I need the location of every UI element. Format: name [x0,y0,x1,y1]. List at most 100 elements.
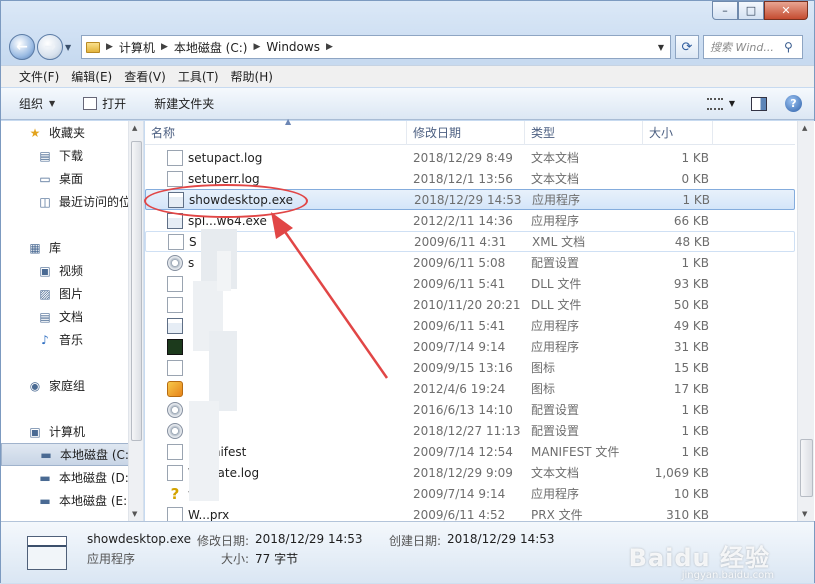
watermark-logo: Baidu 经验 [628,544,770,572]
column-name-label: 名称 [151,126,176,140]
scroll-down-icon[interactable]: ▼ [132,510,137,518]
navigation-pane: ★ 收藏夹 ▤ 下载 ▭ 桌面 ◫ 最近访问的位 ▦ 库 ▣ 视频 ▨ 图片 ▤ 文档 ♪ 音乐 ◉ 家庭组 ▣ 计算机 ▬… [1,121,144,521]
view-options-icon[interactable] [706,97,723,110]
new-folder-button[interactable]: 新建文件夹 [154,95,214,112]
file-date: 2012/4/6 19:24 [413,381,506,396]
open-label: 打开 [102,97,127,111]
scroll-up-icon[interactable]: ▲ [802,124,807,132]
sidebar-item-label: 桌面 [59,172,84,186]
column-type[interactable]: 类型 [525,120,643,145]
refresh-button[interactable]: ⟳ [675,35,699,59]
sidebar-item-label: 下载 [59,149,84,163]
manifest-file-icon [167,443,183,460]
sidebar-item[interactable]: ▭ 桌面 [1,167,129,190]
minimize-button[interactable]: – [712,1,738,20]
sidebar-item[interactable]: ★ 收藏夹 [1,121,129,144]
video-icon: ▣ [39,263,51,278]
scroll-thumb[interactable] [131,141,142,441]
sidebar-item[interactable]: ◉ 家庭组 [1,374,129,397]
menu-view[interactable]: 查看(V) [118,68,172,85]
sidebar-item-label: 文档 [59,310,84,324]
application-icon [27,536,67,570]
sidebar-item[interactable]: ▬ 本地磁盘 (C:) [1,443,129,466]
sidebar-item[interactable]: ▬ 本地磁盘 (D:) [1,466,129,489]
file-row[interactable]: setupact.log 2018/12/29 8:49 文本文档 1 KB [145,147,795,168]
organize-button[interactable]: 组织 ▼ [19,95,55,112]
column-size[interactable]: 大小 [643,120,713,145]
sidebar-item[interactable]: ▨ 图片 [1,282,129,305]
file-name-cell [145,338,407,355]
details-modified-value: 2018/12/29 14:53 [255,532,363,546]
application-icon [167,317,183,334]
sidebar-item-label: 收藏夹 [49,126,86,140]
text-file-icon [167,170,183,187]
column-date[interactable]: 修改日期 [407,120,525,145]
breadcrumb-windows[interactable]: Windows [262,40,324,54]
sidebar-item-label: 本地磁盘 (D:) [59,471,129,485]
file-date: 2018/12/29 9:09 [413,465,513,480]
menu-bar: 文件(F) 编辑(E) 查看(V) 工具(T) 帮助(H) [1,65,814,87]
file-size: 15 KB [673,360,709,375]
config-file-icon [167,254,183,271]
config-file-icon [167,401,183,418]
file-name-cell: S [146,233,408,250]
sidebar-item[interactable]: ▣ 视频 [1,259,129,282]
application-icon [167,338,183,355]
sidebar-item[interactable]: ▣ 计算机 [1,420,129,443]
search-icon[interactable]: ⚲ [784,40,802,54]
address-bar[interactable]: ▶ 计算机 ▶ 本地磁盘 (C:) ▶ Windows ▶ ▼ [81,35,671,59]
recent-pages-dropdown[interactable]: ▼ [65,43,77,52]
chevron-right-icon[interactable]: ▶ [251,42,262,52]
file-date: 2009/6/11 4:31 [414,234,507,249]
navigation-scrollbar[interactable]: ▲ ▼ [128,121,143,521]
help-icon[interactable]: ? [785,95,802,112]
breadcrumb-computer[interactable]: 计算机 [115,39,159,56]
forward-button[interactable]: → [37,34,63,60]
column-headers: 名称 ▲ 修改日期 类型 大小 [145,117,795,145]
file-type: 图标 [531,361,556,375]
address-history-dropdown[interactable]: ▼ [652,43,670,52]
music-icon: ♪ [41,332,49,347]
back-button[interactable]: ← [9,34,35,60]
sidebar-item[interactable]: ▤ 文档 [1,305,129,328]
sidebar-item-label: 计算机 [49,425,86,439]
chevron-down-icon[interactable]: ▼ [729,99,735,108]
chevron-right-icon[interactable]: ▶ [324,42,335,52]
sidebar-item[interactable]: ▬ 本地磁盘 (E:) [1,489,129,512]
picture-icon: ▨ [39,286,51,301]
file-date: 2018/12/27 11:13 [413,423,521,438]
file-list-scrollbar[interactable]: ▲ ▼ [797,121,814,521]
file-type: 配置设置 [531,256,580,270]
scroll-thumb[interactable] [800,439,813,497]
scroll-down-icon[interactable]: ▼ [802,510,807,518]
sidebar-item[interactable]: ▦ 库 [1,236,129,259]
close-button[interactable]: ✕ [764,1,808,20]
menu-tools[interactable]: 工具(T) [172,68,225,85]
file-date: 2018/12/1 13:56 [413,171,513,186]
menu-file[interactable]: 文件(F) [13,68,65,85]
file-size: 1,069 KB [654,465,709,480]
sidebar-item-label: 本地磁盘 (E:) [59,494,129,508]
menu-help[interactable]: 帮助(H) [225,68,279,85]
scroll-up-icon[interactable]: ▲ [132,124,137,132]
file-type: 应用程序 [532,193,581,207]
breadcrumb-drive-c[interactable]: 本地磁盘 (C:) [170,39,252,56]
menu-edit[interactable]: 编辑(E) [65,68,118,85]
annotation-ellipse [144,184,308,218]
column-size-label: 大小 [649,126,674,140]
chevron-right-icon[interactable]: ▶ [159,42,170,52]
preview-pane-icon[interactable] [751,96,767,111]
column-name[interactable]: 名称 ▲ [145,117,407,145]
file-type: 应用程序 [531,319,580,333]
explorer-window: – □ ✕ ← → ▼ ▶ 计算机 ▶ 本地磁盘 (C:) ▶ Windows … [0,0,815,583]
open-button[interactable]: 打开 [83,95,126,112]
recent-places-icon: ◫ [39,194,51,209]
file-type: 文本文档 [531,151,580,165]
sidebar-item[interactable]: ♪ 音乐 [1,328,129,351]
chevron-right-icon[interactable]: ▶ [104,42,115,52]
maximize-button[interactable]: □ [738,1,764,20]
search-input[interactable]: 搜索 Wind... ⚲ [703,35,803,59]
sidebar-item[interactable]: ◫ 最近访问的位 [1,190,129,213]
sidebar-item[interactable]: ▤ 下载 [1,144,129,167]
file-name-cell: W...date.log [145,464,407,481]
